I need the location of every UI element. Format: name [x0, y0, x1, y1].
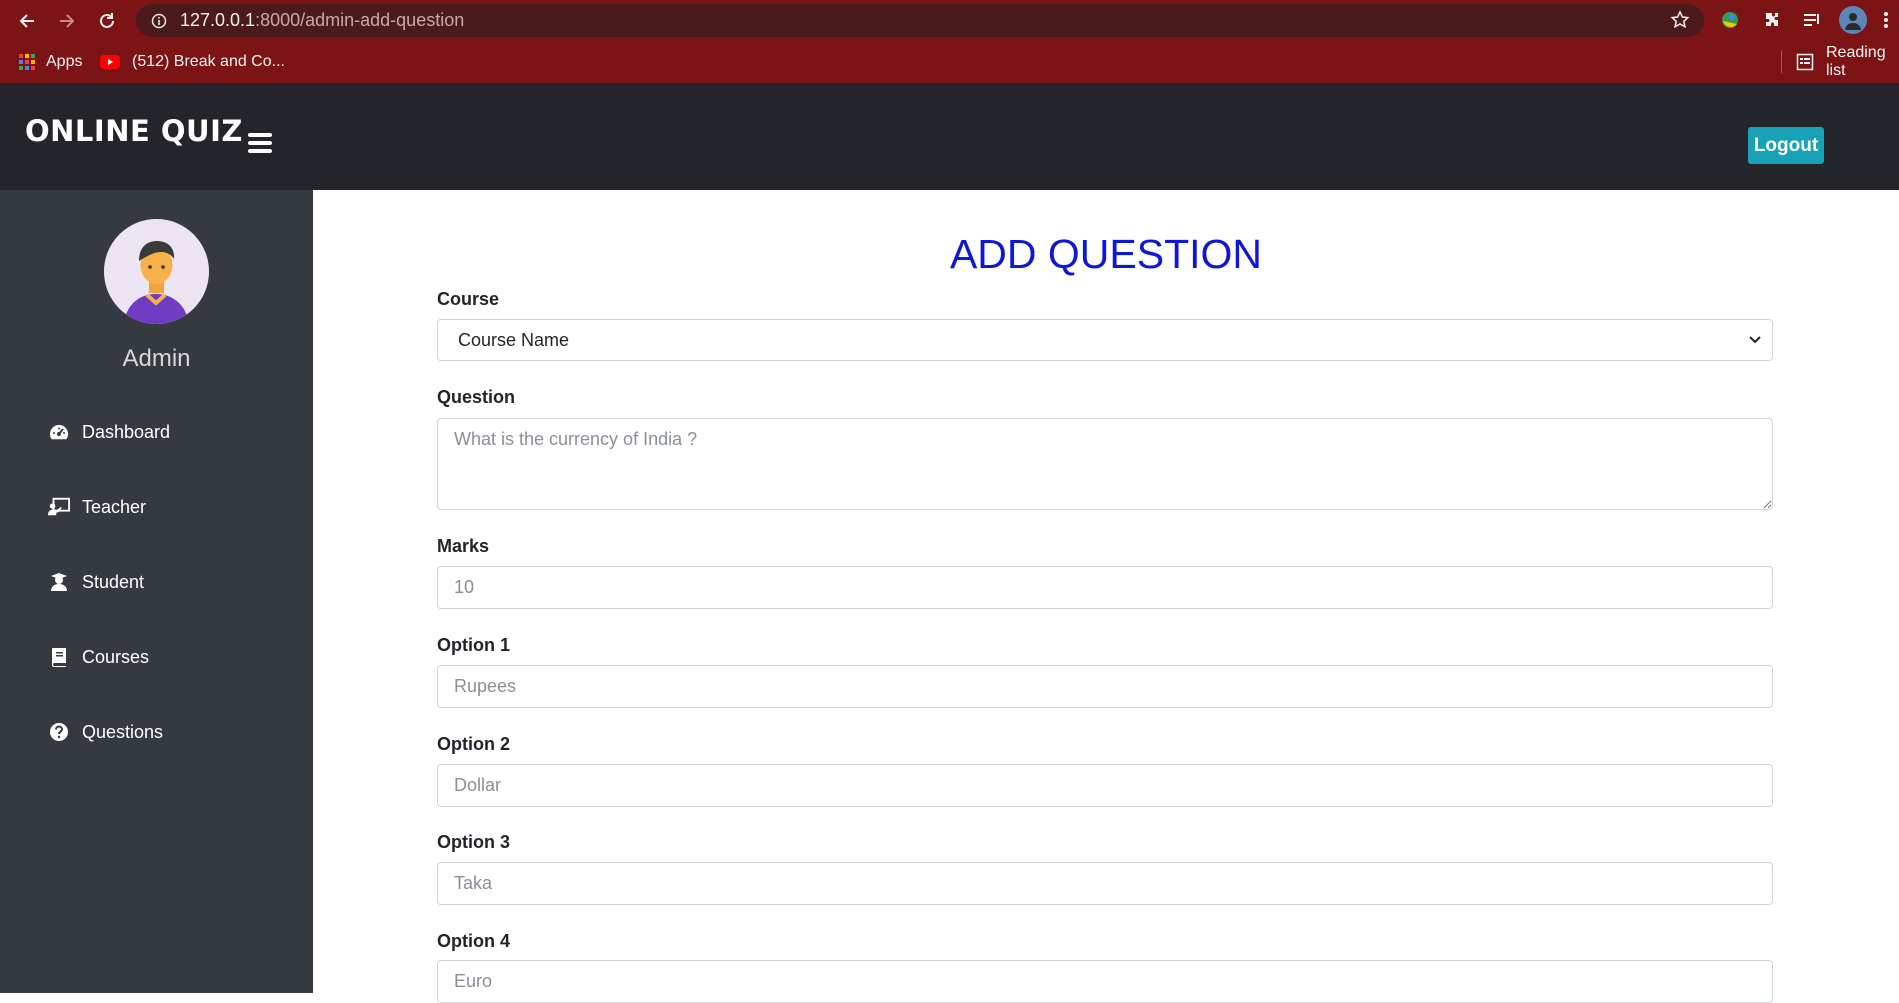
site-info-icon[interactable]: [150, 12, 168, 30]
admin-name: Admin: [122, 345, 191, 372]
teacher-icon: [48, 496, 70, 518]
sidebar-item-label: Courses: [82, 646, 150, 667]
marks-input[interactable]: [437, 566, 1773, 609]
browser-chrome: 127.0.0.1:8000/admin-add-question Apps (…: [0, 0, 1899, 83]
brand-title: ONLINE QUIZ: [25, 114, 243, 148]
app-header: ONLINE QUIZ Logout: [0, 83, 1899, 190]
course-select-value: Course Name: [458, 329, 570, 350]
question-circle-icon: [48, 721, 70, 743]
extensions-puzzle-icon[interactable]: [1760, 8, 1784, 32]
reading-list-button[interactable]: Reading list: [1796, 44, 1899, 79]
sidebar-item-dashboard[interactable]: Dashboard: [48, 417, 170, 447]
bookmark-apps[interactable]: Apps: [18, 50, 82, 74]
browser-toolbar: 127.0.0.1:8000/admin-add-question: [0, 0, 1899, 41]
option3-label: Option 3: [437, 832, 510, 852]
sidebar-item-teacher[interactable]: Teacher: [48, 492, 146, 522]
youtube-icon: [100, 55, 120, 69]
profile-avatar[interactable]: [1839, 6, 1867, 34]
sidebar-item-label: Student: [82, 571, 145, 592]
bookmark-apps-label: Apps: [46, 53, 83, 70]
option1-input[interactable]: [437, 665, 1773, 708]
forward-icon[interactable]: [54, 8, 80, 34]
course-select[interactable]: Course Name: [437, 319, 1773, 361]
option1-label: Option 1: [437, 635, 510, 655]
sidebar-item-student[interactable]: Student: [48, 567, 144, 597]
admin-avatar: [104, 219, 209, 324]
page-title: ADD QUESTION: [949, 231, 1263, 277]
option3-input[interactable]: [437, 862, 1773, 905]
browser-menu-icon[interactable]: [1880, 8, 1892, 32]
chevron-down-icon: [1748, 335, 1762, 345]
bookmarks-bar: Apps (512) Break and Co... Reading list: [0, 41, 1899, 83]
sidebar-item-questions[interactable]: Questions: [48, 717, 163, 747]
hamburger-menu-icon[interactable]: [248, 133, 272, 153]
student-icon: [48, 571, 70, 593]
bookmark-star-icon[interactable]: [1670, 10, 1690, 35]
extension-colorful-icon[interactable]: [1718, 8, 1742, 32]
back-icon[interactable]: [14, 8, 40, 34]
question-textarea[interactable]: [437, 418, 1773, 510]
option4-label: Option 4: [437, 931, 510, 951]
book-icon: [48, 646, 70, 668]
dashboard-icon: [48, 421, 70, 443]
option2-input[interactable]: [437, 764, 1773, 807]
sidebar-item-label: Dashboard: [82, 421, 171, 442]
bookmark-youtube-label: (512) Break and Co...: [132, 53, 285, 70]
reading-list-label: Reading list: [1826, 44, 1886, 79]
apps-grid-icon: [18, 53, 36, 71]
reload-icon[interactable]: [94, 8, 120, 34]
marks-label: Marks: [437, 536, 490, 556]
bookmark-youtube[interactable]: (512) Break and Co...: [100, 50, 285, 74]
sidebar-item-courses[interactable]: Courses: [48, 642, 149, 672]
reading-list-icon: [1796, 53, 1814, 71]
sidebar: Admin Dashboard Teacher Student Courses …: [0, 190, 313, 993]
question-label: Question: [437, 387, 516, 407]
course-label: Course: [437, 289, 500, 309]
option2-label: Option 2: [437, 734, 510, 754]
option4-input[interactable]: [437, 960, 1773, 1003]
sidebar-item-label: Teacher: [82, 496, 147, 517]
media-queue-icon[interactable]: [1800, 8, 1824, 32]
url-text: 127.0.0.1:8000/admin-add-question: [180, 10, 465, 30]
bookmarks-divider: [1781, 51, 1782, 73]
logout-button[interactable]: Logout: [1748, 127, 1824, 164]
sidebar-item-label: Questions: [82, 721, 164, 742]
address-bar[interactable]: 127.0.0.1:8000/admin-add-question: [136, 4, 1704, 37]
main-content: ADD QUESTION Course Course Name Question…: [313, 190, 1899, 1003]
